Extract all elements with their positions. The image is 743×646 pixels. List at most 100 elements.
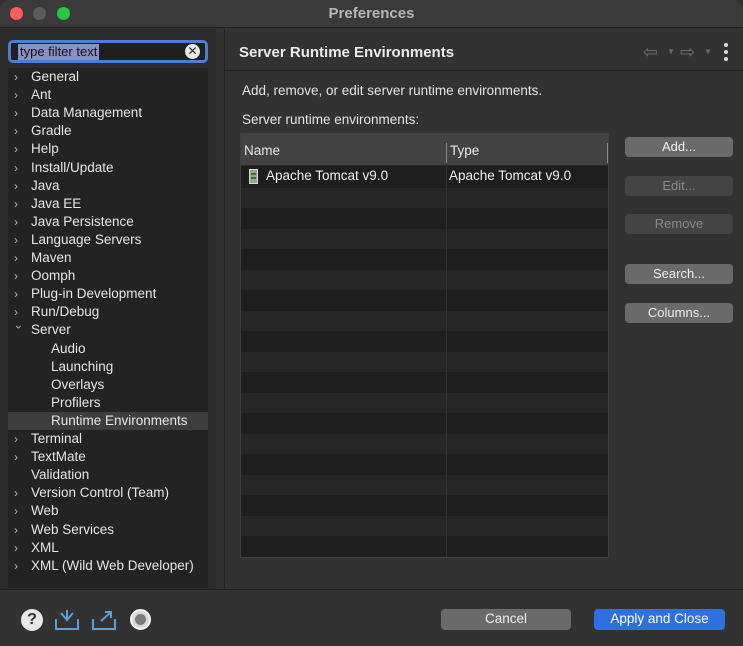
table-row[interactable] bbox=[241, 249, 608, 270]
table-row[interactable] bbox=[241, 310, 608, 331]
tree-item[interactable]: › Terminal bbox=[8, 430, 208, 448]
cancel-button[interactable]: Cancel bbox=[441, 609, 571, 630]
oomph-record-icon[interactable] bbox=[130, 609, 151, 630]
table-row[interactable] bbox=[241, 474, 608, 495]
edit-button[interactable]: Edit... bbox=[625, 176, 733, 196]
tree-item[interactable]: › Ant bbox=[8, 86, 208, 104]
tree-item[interactable]: › Java bbox=[8, 177, 208, 195]
tree-item[interactable]: Launching bbox=[8, 358, 208, 376]
tree-item[interactable]: › Gradle bbox=[8, 122, 208, 140]
chevron-right-icon[interactable]: › bbox=[14, 104, 24, 122]
filter-input-text[interactable]: type filter text bbox=[18, 44, 100, 60]
tree-item[interactable]: › Oomph bbox=[8, 267, 208, 285]
chevron-right-icon[interactable]: › bbox=[14, 484, 24, 502]
tree-item-label: Language Servers bbox=[31, 231, 142, 247]
table-row[interactable] bbox=[241, 228, 608, 249]
tree-item[interactable]: › Maven bbox=[8, 249, 208, 267]
tree-item[interactable]: Runtime Environments bbox=[8, 411, 208, 430]
table-row[interactable] bbox=[241, 372, 608, 393]
table-row[interactable] bbox=[241, 515, 608, 536]
tree-item[interactable]: › Help bbox=[8, 140, 208, 158]
tree-item[interactable]: Audio bbox=[8, 340, 208, 358]
table-row[interactable] bbox=[241, 208, 608, 229]
table-row[interactable]: Apache Tomcat v9.0 Apache Tomcat v9.0 bbox=[241, 167, 608, 188]
apply-and-close-button[interactable]: Apply and Close bbox=[594, 609, 725, 630]
back-arrow-icon[interactable]: ⇦ bbox=[643, 42, 658, 63]
tree-item[interactable]: › Web Services bbox=[8, 521, 208, 539]
tree-item[interactable]: › Run/Debug bbox=[8, 303, 208, 321]
tree-item[interactable]: › General bbox=[8, 68, 208, 86]
table-row[interactable] bbox=[241, 269, 608, 290]
chevron-right-icon[interactable]: › bbox=[14, 448, 24, 466]
table-row[interactable] bbox=[241, 454, 608, 475]
export-icon[interactable] bbox=[91, 609, 117, 631]
chevron-right-icon[interactable]: › bbox=[14, 539, 24, 557]
tree-item[interactable]: › Java EE bbox=[8, 195, 208, 213]
search-button[interactable]: Search... bbox=[625, 264, 733, 284]
table-row[interactable] bbox=[241, 495, 608, 516]
table-row[interactable] bbox=[241, 392, 608, 413]
left-pane: type filter text ✕ › General › Ant › Data Man… bbox=[0, 29, 216, 589]
chevron-right-icon[interactable]: › bbox=[14, 430, 24, 448]
forward-arrow-icon[interactable]: ⇨ bbox=[680, 42, 695, 63]
chevron-right-icon[interactable]: › bbox=[14, 285, 24, 303]
remove-button[interactable]: Remove bbox=[625, 214, 733, 234]
chevron-right-icon[interactable]: › bbox=[14, 195, 24, 213]
tree-item[interactable]: › XML (Wild Web Developer) bbox=[8, 557, 208, 575]
tree-item[interactable]: Validation bbox=[8, 466, 208, 484]
tree-item[interactable]: Overlays bbox=[8, 376, 208, 394]
table-row[interactable] bbox=[241, 187, 608, 208]
tree-item[interactable]: › Install/Update bbox=[8, 159, 208, 177]
chevron-right-icon[interactable]: › bbox=[14, 122, 24, 140]
column-resize-handle[interactable] bbox=[607, 143, 608, 163]
chevron-right-icon[interactable]: › bbox=[14, 231, 24, 249]
table-row[interactable] bbox=[241, 351, 608, 372]
window-title: Preferences bbox=[328, 5, 415, 22]
filter-input[interactable]: type filter text ✕ bbox=[8, 40, 208, 63]
help-icon[interactable]: ? bbox=[21, 609, 43, 631]
list-label: Server runtime environments: bbox=[242, 112, 420, 127]
tree-item-label: Terminal bbox=[31, 431, 83, 446]
table-row[interactable] bbox=[241, 413, 608, 434]
tree-item[interactable]: › Data Management bbox=[8, 104, 208, 122]
table-row[interactable] bbox=[241, 290, 608, 311]
import-icon[interactable] bbox=[54, 609, 80, 631]
add-button[interactable]: Add... bbox=[625, 137, 733, 157]
tree-item[interactable]: › Plug-in Development bbox=[8, 285, 208, 303]
chevron-right-icon[interactable]: › bbox=[14, 177, 24, 195]
tree-item[interactable]: › Server bbox=[8, 321, 208, 339]
tree-item-label: Run/Debug bbox=[31, 304, 100, 320]
chevron-right-icon[interactable]: › bbox=[14, 267, 24, 285]
chevron-right-icon[interactable]: › bbox=[14, 521, 24, 539]
chevron-right-icon[interactable]: › bbox=[14, 86, 24, 104]
table-row[interactable] bbox=[241, 536, 608, 557]
column-resize-handle[interactable] bbox=[446, 143, 447, 163]
tree-item[interactable]: › Version Control (Team) bbox=[8, 484, 208, 502]
table-row[interactable] bbox=[241, 433, 608, 454]
table-row[interactable] bbox=[241, 331, 608, 352]
runtime-table[interactable]: Name Type Apache Tomcat v9.0 Apache Tomca… bbox=[240, 133, 609, 558]
chevron-right-icon[interactable]: › bbox=[14, 68, 24, 86]
clear-filter-icon[interactable]: ✕ bbox=[185, 44, 200, 59]
view-menu-icon[interactable] bbox=[723, 43, 729, 61]
chevron-right-icon[interactable]: › bbox=[14, 213, 24, 231]
tree-item[interactable]: › Language Servers bbox=[8, 231, 208, 249]
column-header-name[interactable]: Name bbox=[244, 143, 280, 158]
tree-item[interactable]: › TextMate bbox=[8, 448, 208, 466]
chevron-right-icon[interactable]: › bbox=[14, 140, 24, 158]
chevron-right-icon[interactable]: › bbox=[14, 557, 24, 575]
column-header-type[interactable]: Type bbox=[450, 143, 479, 158]
chevron-right-icon[interactable]: › bbox=[14, 159, 24, 177]
tree-item[interactable]: › XML bbox=[8, 539, 208, 557]
preferences-tree[interactable]: › General › Ant › Data Management › Gradle › Help… bbox=[8, 68, 208, 588]
chevron-right-icon[interactable]: › bbox=[14, 303, 24, 321]
columns-button[interactable]: Columns... bbox=[625, 303, 733, 323]
tree-item[interactable]: › Java Persistence bbox=[8, 213, 208, 231]
chevron-right-icon[interactable]: › bbox=[14, 249, 24, 267]
forward-dropdown-icon[interactable]: ▼ bbox=[704, 47, 712, 56]
chevron-down-icon[interactable]: › bbox=[10, 325, 28, 335]
chevron-right-icon[interactable]: › bbox=[14, 502, 24, 520]
tree-item[interactable]: › Web bbox=[8, 502, 208, 520]
back-dropdown-icon[interactable]: ▼ bbox=[667, 47, 675, 56]
tree-item[interactable]: Profilers bbox=[8, 394, 208, 412]
